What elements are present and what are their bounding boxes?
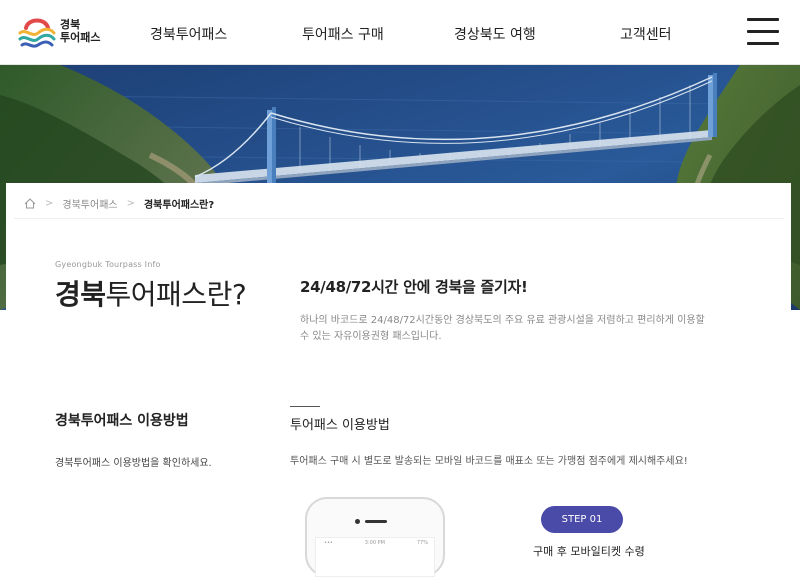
phone-mockup: ••• 3:00 PM 77% xyxy=(305,497,445,577)
chevron-right-icon: > xyxy=(45,197,54,209)
phone-camera-icon xyxy=(355,519,360,524)
how-to-section-title: 투어패스 이용방법 xyxy=(290,418,390,433)
breadcrumb-item[interactable]: 경북투어패스 xyxy=(62,196,117,211)
logo-wave-icon xyxy=(18,18,56,48)
hamburger-icon-line xyxy=(747,42,779,45)
signal-icon: ••• xyxy=(324,540,333,546)
breadcrumb-divider xyxy=(14,218,784,219)
home-icon[interactable] xyxy=(24,197,36,209)
site-logo[interactable]: 경북 투어패스 xyxy=(18,14,108,50)
logo-text-line2: 투어패스 xyxy=(60,31,101,44)
chevron-right-icon: > xyxy=(126,197,135,209)
logo-text-line1: 경북 xyxy=(60,18,81,31)
hamburger-icon xyxy=(747,18,779,21)
page-title-bold: 경북 xyxy=(55,278,106,311)
page-title: 경북투어패스란? xyxy=(55,273,247,313)
nav-item-travel[interactable]: 경상북도 여행 xyxy=(454,24,536,44)
phone-status-time: 3:00 PM xyxy=(364,540,385,546)
page-title-rest: 투어패스란? xyxy=(105,278,247,311)
intro-tagline: 24/48/72시간 안에 경북을 즐기자! xyxy=(300,278,528,296)
hamburger-menu-button[interactable] xyxy=(747,18,779,46)
intro-subtitle-en: Gyeongbuk Tourpass Info xyxy=(55,260,161,269)
logo-text: 경북 투어패스 xyxy=(60,18,100,44)
nav-item-support[interactable]: 고객센터 xyxy=(620,24,672,44)
how-to-description: 투어패스 구매 시 별도로 발송되는 모바일 바코드를 매표소 또는 가맹점 점… xyxy=(290,456,688,467)
breadcrumb: > 경북투어패스 > 경북투어패스란? xyxy=(24,195,214,211)
phone-speaker-icon xyxy=(365,520,387,523)
how-to-title: 경북투어패스 이용방법 xyxy=(55,413,189,429)
section-accent-bar xyxy=(290,406,320,407)
nav-item-tourpass[interactable]: 경북투어패스 xyxy=(150,24,227,44)
phone-screen: ••• 3:00 PM 77% xyxy=(315,537,435,577)
hamburger-icon-line xyxy=(747,30,779,33)
step-01-description: 구매 후 모바일티켓 수령 xyxy=(533,545,645,558)
phone-status-battery: 77% xyxy=(416,540,428,546)
phone-status-bar: ••• 3:00 PM 77% xyxy=(316,540,436,548)
breadcrumb-current: 경북투어패스란? xyxy=(143,199,215,211)
site-header: 경북 투어패스 경북투어패스 투어패스 구매 경상북도 여행 고객센터 xyxy=(0,0,800,65)
nav-item-purchase[interactable]: 투어패스 구매 xyxy=(302,24,384,44)
step-01-badge[interactable]: STEP 01 xyxy=(541,506,623,533)
how-to-subtitle: 경북투어패스 이용방법을 확인하세요. xyxy=(55,458,212,469)
intro-description: 하나의 바코드로 24/48/72시간동안 경상북도의 주요 유료 관광시설을 … xyxy=(300,315,705,342)
